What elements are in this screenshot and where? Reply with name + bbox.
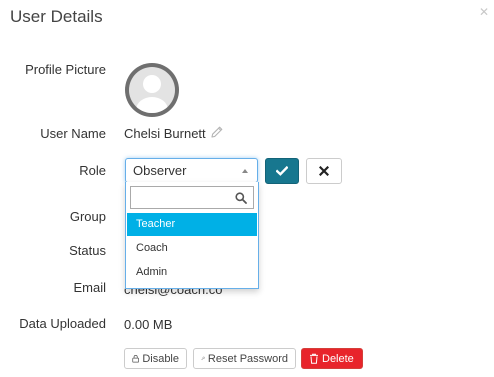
key-icon	[201, 356, 205, 361]
role-select-value: Observer	[133, 163, 187, 178]
confirm-role-button[interactable]	[265, 158, 299, 184]
pencil-icon[interactable]	[210, 125, 224, 139]
trash-icon	[310, 353, 318, 364]
times-icon	[319, 166, 329, 176]
disable-button[interactable]: Disable	[124, 348, 187, 369]
avatar-icon	[124, 62, 180, 118]
cancel-role-button[interactable]	[306, 158, 342, 184]
data-uploaded-value: 0.00 MB	[124, 317, 173, 332]
label-status: Status	[69, 243, 106, 258]
role-search-input[interactable]	[131, 187, 231, 208]
label-group: Group	[69, 209, 106, 224]
label-profile-picture: Profile Picture	[25, 62, 106, 77]
lock-icon	[132, 355, 139, 363]
check-icon	[276, 166, 288, 176]
role-select[interactable]: Observer	[125, 158, 258, 183]
label-role: Role	[79, 163, 106, 178]
delete-button-label: Delete	[322, 352, 354, 365]
caret-up-icon	[242, 169, 248, 173]
role-option-coach[interactable]: Coach	[127, 237, 257, 260]
search-icon	[235, 192, 247, 204]
user-name-value: Chelsi Burnett	[124, 126, 206, 141]
label-data-uploaded: Data Uploaded	[19, 316, 106, 331]
close-icon[interactable]: ✕	[479, 6, 489, 18]
dialog-title: User Details	[10, 7, 103, 26]
reset-password-button[interactable]: Reset Password	[193, 348, 296, 369]
disable-button-label: Disable	[142, 352, 179, 365]
label-email: Email	[73, 280, 106, 295]
role-option-admin[interactable]: Admin	[127, 261, 257, 284]
reset-password-button-label: Reset Password	[207, 352, 288, 365]
role-option-teacher[interactable]: Teacher	[127, 213, 257, 236]
delete-button[interactable]: Delete	[301, 348, 363, 369]
role-dropdown: Teacher Coach Admin	[125, 182, 259, 289]
role-search-field[interactable]	[130, 186, 254, 209]
label-user-name: User Name	[40, 126, 106, 141]
